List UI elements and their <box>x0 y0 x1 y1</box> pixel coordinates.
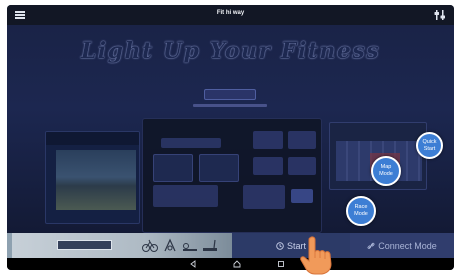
clock-icon <box>276 241 284 250</box>
race-mode-label-line2: Mode <box>354 211 368 217</box>
console-tab <box>161 138 221 148</box>
device-label-placeholder <box>204 89 256 100</box>
quick-start-label-line2: Start <box>423 145 436 152</box>
console-tile <box>153 154 193 182</box>
app-title: Fit hi way <box>216 10 245 16</box>
recent-apps-icon[interactable] <box>277 260 285 268</box>
home-icon[interactable] <box>233 260 241 268</box>
equipment-badge-placeholder <box>57 240 112 250</box>
race-mode-label-line1: Race <box>354 204 368 210</box>
scenery-photo <box>56 150 136 210</box>
connect-mode-label: Connect Mode <box>378 240 437 251</box>
system-navigation-bar <box>7 258 454 270</box>
device-subtitle-placeholder <box>193 104 267 107</box>
left-panel-header <box>46 132 139 145</box>
console-readout <box>288 131 316 149</box>
console-tile <box>199 154 239 182</box>
map-mode-label-line2: Mode <box>379 171 393 177</box>
treadmill-icon <box>203 239 217 251</box>
console-readout <box>253 157 283 175</box>
console-readout <box>291 189 313 203</box>
console-readout <box>243 185 285 209</box>
left-preview-panel <box>45 131 140 224</box>
console-preview <box>142 118 322 233</box>
equipment-banner <box>12 233 232 258</box>
settings-sliders-icon[interactable] <box>434 9 447 21</box>
top-app-bar: Fit hi way <box>7 5 454 25</box>
pointing-hand-icon <box>300 236 332 275</box>
quick-start-label-line1: Quick <box>422 138 437 145</box>
connect-mode-button[interactable]: Connect Mode <box>350 233 454 258</box>
console-readout <box>253 131 283 149</box>
main-stage: Light Up Your Fitness Quick Start Map Mo… <box>7 25 454 233</box>
map-mode-button[interactable]: Map Mode <box>371 156 401 186</box>
link-icon <box>367 242 375 249</box>
map-mode-label-line1: Map <box>380 164 392 170</box>
elliptical-icon <box>164 238 176 252</box>
back-triangle-icon[interactable] <box>189 260 197 268</box>
page-headline: Light Up Your Fitness <box>80 38 381 64</box>
console-bar <box>153 185 218 207</box>
console-readout <box>288 157 316 175</box>
rower-icon <box>183 243 197 251</box>
race-mode-button[interactable]: Race Mode <box>346 196 376 226</box>
app-frame: Fit hi way Light Up Your Fitness Quick S… <box>7 5 454 270</box>
bike-icon <box>142 239 158 252</box>
quick-start-button[interactable]: Quick Start <box>416 132 443 159</box>
page-indicator-dots <box>54 214 80 218</box>
